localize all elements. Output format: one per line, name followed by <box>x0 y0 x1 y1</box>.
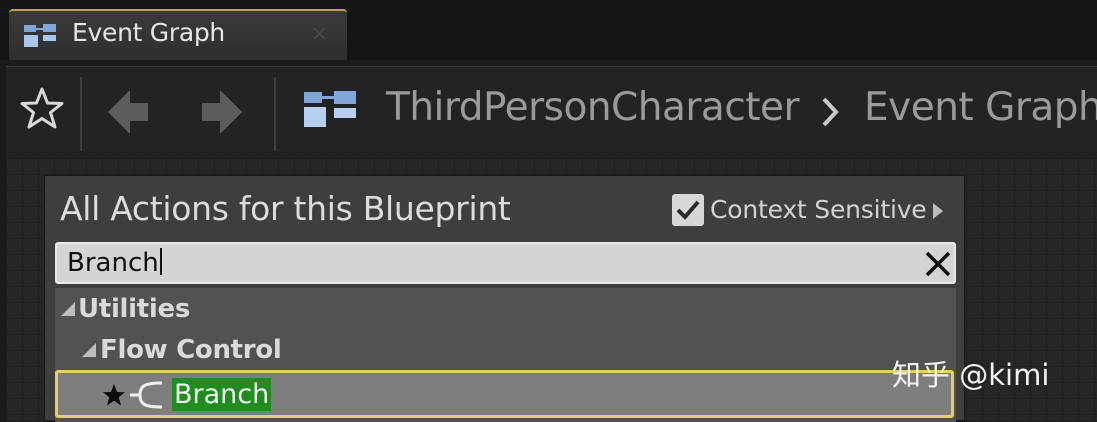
document-tab-bar: Event Graph × <box>0 0 1097 60</box>
collapse-triangle-icon[interactable] <box>61 302 75 316</box>
star-icon[interactable] <box>18 85 66 133</box>
collapse-triangle-icon[interactable] <box>82 343 96 357</box>
menu-title: All Actions for this Blueprint <box>60 189 511 228</box>
expand-arrow-icon[interactable] <box>933 203 943 219</box>
toolbar-divider <box>274 77 276 151</box>
tree-item-branch[interactable]: Branch <box>55 370 954 418</box>
favorite-star-icon[interactable] <box>102 383 126 407</box>
graph-icon <box>304 91 356 127</box>
watermark-text: 知乎 @kimi <box>892 358 1050 392</box>
breadcrumb-item-blueprint[interactable]: ThirdPersonCharacter <box>386 85 800 130</box>
tree-category-flow-control[interactable]: Flow Control <box>100 335 282 365</box>
text-caret <box>159 248 162 275</box>
chevron-right-icon <box>822 97 839 127</box>
arrow-right-icon[interactable] <box>196 86 246 138</box>
tab-title: Event Graph <box>72 18 225 47</box>
branch-node-icon <box>130 381 163 409</box>
close-tab-icon[interactable]: × <box>311 21 328 45</box>
graph-icon <box>24 24 56 47</box>
checkmark-icon <box>676 200 700 220</box>
context-sensitive-label[interactable]: Context Sensitive <box>710 195 927 224</box>
tab-event-graph[interactable]: Event Graph × <box>9 9 347 60</box>
arrow-left-icon[interactable] <box>104 86 154 138</box>
toolbar-divider <box>80 77 82 151</box>
blueprint-action-menu: All Actions for this Blueprint Context S… <box>44 175 965 422</box>
tree-category-utilities[interactable]: Utilities <box>78 294 190 324</box>
graph-toolbar: ThirdPersonCharacter Event Graph <box>6 66 1097 159</box>
search-value: Branch <box>67 248 162 278</box>
close-icon[interactable] <box>924 250 952 278</box>
action-tree: Utilities Flow Control Branch <box>55 288 956 422</box>
search-input[interactable]: Branch <box>55 242 956 284</box>
breadcrumb-item-graph[interactable]: Event Graph <box>864 85 1097 130</box>
context-sensitive-checkbox[interactable] <box>672 194 704 226</box>
tree-item-label: Branch <box>172 378 272 411</box>
